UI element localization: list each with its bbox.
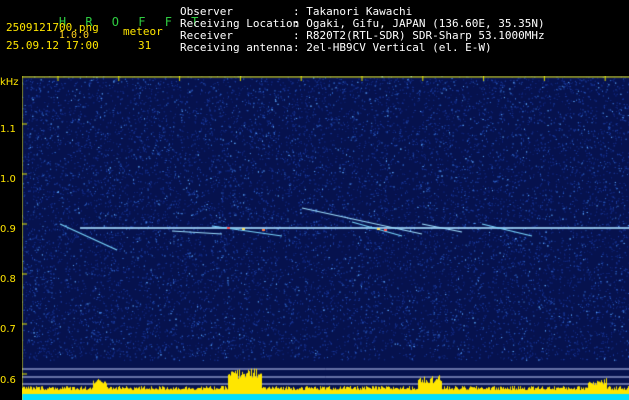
y-tick-label: 0.6 [0, 375, 16, 386]
file-name: 2509121700.png [6, 21, 99, 34]
y-tick-label: 1.1 [0, 124, 16, 135]
info-value-antenna: : 2el-HB9CV Vertical (el. E-W) [293, 41, 492, 54]
axis-unit: kHz [0, 77, 19, 88]
file-datetime: 25.09.12 17:00 [6, 39, 99, 52]
y-tick-label: 1.0 [0, 174, 16, 185]
meteor-label: meteor [123, 25, 163, 38]
y-tick-label: 0.7 [0, 324, 16, 335]
y-tick-label: 0.8 [0, 274, 16, 285]
info-key-antenna: Receiving antenna [180, 41, 293, 54]
y-tick-label: 0.9 [0, 224, 16, 235]
meteor-count: 31 [138, 39, 152, 52]
spectrogram-canvas [22, 76, 629, 400]
header-panel: H R O F F T 1.0.0 2509121700.png 25.09.1… [0, 0, 629, 76]
